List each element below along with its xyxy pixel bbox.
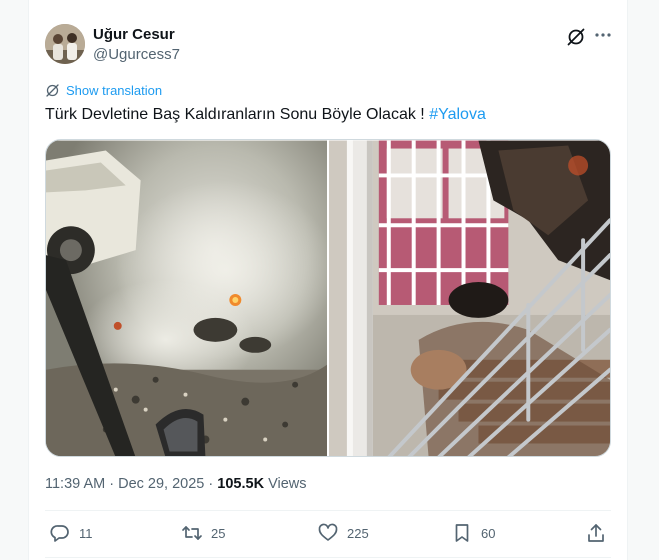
repost-icon: [182, 526, 202, 540]
meta-separator-2: ·: [208, 476, 214, 492]
grok-icon[interactable]: [565, 26, 587, 48]
bottom-divider: [45, 557, 611, 558]
share-button[interactable]: [585, 522, 607, 544]
bookmark-count: 60: [481, 525, 496, 541]
divider: [45, 510, 611, 511]
author-handle[interactable]: @Ugurcess7: [93, 46, 180, 63]
views-label: Views: [268, 476, 307, 492]
meta-separator: ·: [109, 476, 115, 492]
bookmark-button[interactable]: 60: [451, 522, 495, 544]
like-count: 225: [347, 525, 369, 541]
tweet-card: Uğur Cesur @Ugurcess7 Show translation T…: [28, 0, 628, 560]
bookmark-icon: [455, 524, 469, 542]
repost-button[interactable]: 25: [181, 522, 225, 544]
tweet-date[interactable]: Dec 29, 2025: [118, 476, 204, 492]
tweet-meta: 11:39 AM · Dec 29, 2025 · 105.5K Views: [45, 476, 307, 492]
action-bar: 11 25 225 60: [45, 522, 611, 548]
author-name[interactable]: Uğur Cesur: [93, 26, 175, 43]
reply-count: 11: [79, 525, 93, 541]
burnt-staircase-photo[interactable]: [329, 140, 610, 457]
more-options-icon[interactable]: [592, 24, 614, 46]
show-translation-link[interactable]: Show translation: [45, 83, 162, 98]
tweet-time[interactable]: 11:39 AM: [45, 476, 105, 492]
repost-count: 25: [211, 525, 226, 541]
heart-icon: [318, 523, 338, 541]
views-count: 105.5K: [217, 476, 265, 492]
reply-icon: [50, 525, 69, 542]
tweet-body: Türk Devletine Baş Kaldıranların Sonu Bö…: [45, 106, 425, 123]
smoke-debris-photo[interactable]: [46, 140, 327, 457]
tweet-text: Türk Devletine Baş Kaldıranların Sonu Bö…: [45, 106, 486, 124]
share-icon: [588, 524, 604, 542]
translate-icon: [46, 84, 59, 97]
show-translation-label[interactable]: Show translation: [66, 83, 162, 98]
like-button[interactable]: 225: [317, 522, 369, 544]
avatar-image: [45, 24, 85, 64]
avatar[interactable]: [45, 24, 85, 64]
media-gallery: [45, 139, 611, 457]
hashtag-link[interactable]: #Yalova: [429, 106, 486, 123]
reply-button[interactable]: 11: [49, 522, 93, 544]
